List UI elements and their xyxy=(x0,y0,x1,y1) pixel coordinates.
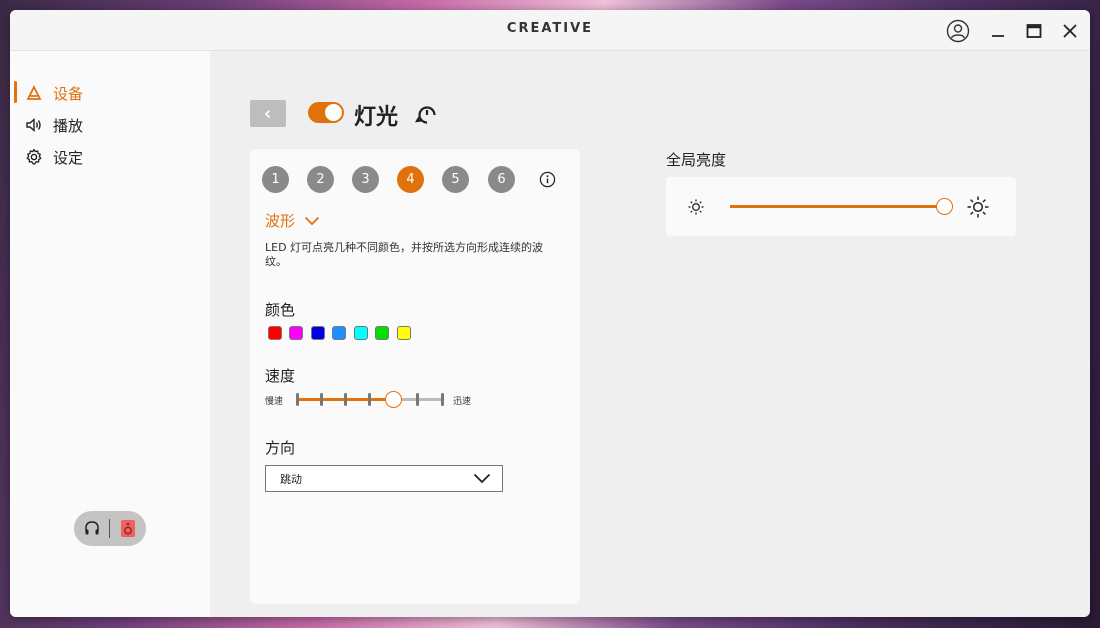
speed-label: 速度 xyxy=(265,367,296,385)
lighting-card: 1 2 3 4 5 6 波形 LED 灯可点亮几种不同颜色，并按所选方向形成连续… xyxy=(250,149,580,604)
color-swatch[interactable] xyxy=(289,326,303,340)
brightness-label: 全局亮度 xyxy=(666,151,727,169)
speed-tick xyxy=(343,393,347,406)
toggle-divider xyxy=(109,519,110,538)
brightness-low-icon xyxy=(688,199,704,215)
main-panel: 灯光 1 2 3 4 5 6 波形 LED 灯可点亮几种不同颜色，并按所选方向形… xyxy=(210,51,1090,617)
maximize-button[interactable] xyxy=(1021,18,1047,44)
speed-tick xyxy=(416,393,420,406)
minimize-button[interactable] xyxy=(985,18,1011,44)
sidebar-item-label: 设定 xyxy=(53,149,84,167)
user-icon xyxy=(946,19,970,43)
sidebar-item-settings[interactable]: 设定 xyxy=(10,143,210,171)
direction-dropdown[interactable]: 跳动 xyxy=(265,465,503,492)
page-title: 灯光 xyxy=(354,105,399,130)
preset-button-2[interactable]: 2 xyxy=(307,166,334,193)
sidebar: 设备 播放 设定 2% xyxy=(10,51,210,617)
effect-description: LED 灯可点亮几种不同颜色，并按所选方向形成连续的波纹。 xyxy=(265,241,544,268)
sidebar-item-label: 设备 xyxy=(53,85,84,103)
back-button[interactable] xyxy=(250,100,286,127)
info-icon[interactable] xyxy=(539,171,556,188)
preset-button-3[interactable]: 3 xyxy=(352,166,379,193)
maximize-icon xyxy=(1026,24,1042,38)
app-window: CREATIVE 设备 播放 设定 灯光 1 2 3 4 5 6 波形 LED … xyxy=(10,10,1090,617)
speaker-icon xyxy=(26,117,41,133)
speed-tick xyxy=(368,393,371,406)
toggle-knob xyxy=(325,104,342,121)
effect-selector[interactable]: 波形 xyxy=(265,210,320,231)
chevron-down-icon xyxy=(304,216,320,225)
preset-button-1[interactable]: 1 xyxy=(262,166,289,193)
close-button[interactable] xyxy=(1057,18,1083,44)
minimize-icon xyxy=(992,35,1004,37)
gear-icon xyxy=(26,148,42,165)
lighting-toggle[interactable] xyxy=(308,102,344,123)
sidebar-item-label: 播放 xyxy=(53,117,84,135)
brightness-slider-knob[interactable] xyxy=(935,198,953,215)
brightness-slider-track[interactable] xyxy=(730,205,944,208)
preset-button-5[interactable]: 5 xyxy=(442,166,469,193)
speed-slider-knob[interactable] xyxy=(385,391,403,408)
speed-tick xyxy=(440,393,444,406)
speed-tick xyxy=(295,393,299,406)
sidebar-item-playback[interactable]: 播放 xyxy=(10,111,210,139)
brightness-card xyxy=(666,177,1016,236)
brand-logo: CREATIVE xyxy=(506,21,594,36)
sidebar-item-device[interactable]: 设备 xyxy=(10,79,210,107)
close-icon xyxy=(1063,24,1077,38)
effect-label: 波形 xyxy=(265,212,296,230)
speaker-box-icon xyxy=(121,520,135,537)
color-swatch[interactable] xyxy=(375,326,389,340)
active-indicator xyxy=(14,81,17,103)
reset-icon[interactable] xyxy=(415,103,439,127)
preset-button-6[interactable]: 6 xyxy=(488,166,515,193)
direction-label: 方向 xyxy=(265,439,296,457)
brightness-high-icon xyxy=(967,196,989,218)
speed-fast-label: 迅速 xyxy=(453,397,472,407)
color-swatch[interactable] xyxy=(268,326,282,340)
headphones-icon xyxy=(85,521,99,535)
title-bar: CREATIVE xyxy=(10,10,1090,51)
chevron-down-icon xyxy=(473,473,491,484)
device-icon xyxy=(26,84,42,100)
speed-slow-label: 慢速 xyxy=(265,397,284,407)
color-swatch[interactable] xyxy=(354,326,368,340)
chevron-left-icon xyxy=(264,109,271,118)
color-swatch[interactable] xyxy=(397,326,411,340)
account-button[interactable] xyxy=(945,18,971,44)
color-swatch[interactable] xyxy=(311,326,325,340)
preset-button-4[interactable]: 4 xyxy=(397,166,424,193)
output-toggle[interactable] xyxy=(74,511,146,546)
speed-tick xyxy=(319,393,323,406)
color-swatch[interactable] xyxy=(332,326,346,340)
direction-value: 跳动 xyxy=(280,473,302,486)
color-label: 颜色 xyxy=(265,301,296,319)
